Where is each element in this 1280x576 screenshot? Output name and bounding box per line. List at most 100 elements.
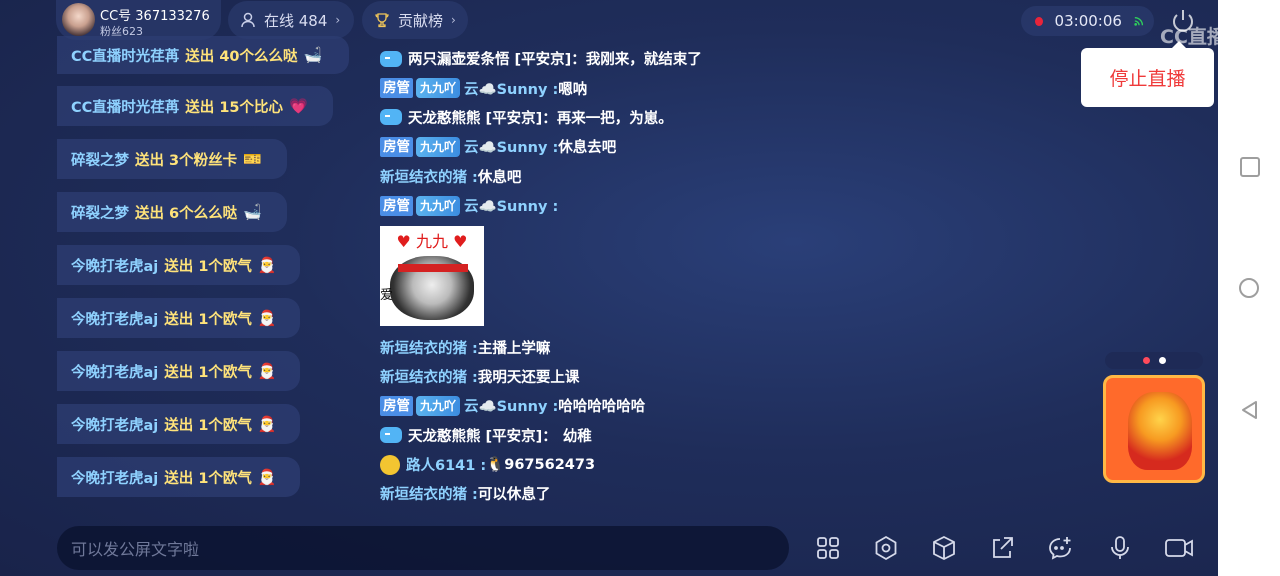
contribution-ranking-button[interactable]: 贡献榜 › [362,1,468,39]
chat-text: 主播上学嘛 [477,340,551,357]
gift-message: 碎裂之梦 送出 3个粉丝卡 🎫 [57,139,287,179]
chat-user: 两只漏壶爱条悟 [平安京]： [408,52,586,69]
chat-text: 可以休息了 [477,487,551,504]
chat-user: 天龙憨熊熊 [平安京]： [408,110,557,127]
admin-badge: 房管 [380,78,413,99]
carousel-indicator[interactable] [1105,352,1203,369]
chat-message: 房管 九九吖 云☁️Sunny : [380,191,1070,220]
chat-user: 云☁️Sunny : [464,81,559,98]
stop-live-button[interactable]: 停止直播 [1081,41,1214,107]
gift-icon: 🛁 [243,203,262,221]
chat-user: 新垣结衣的猪 : [380,340,478,357]
sticker-caption: ♥ 九九 ♥ [396,232,468,252]
chat-message: 房管 九九吖 云☁️Sunny : 休息去吧 [380,132,1070,161]
gift-message: 今晚打老虎aj 送出 1个欧气 🎅 [57,245,300,285]
gift-icon: 💗 [289,97,308,115]
gift-icon: 🎅 [257,468,277,486]
user-icon [241,12,255,28]
gamepad-icon [380,427,402,444]
online-count: 在线 484 [264,11,328,30]
admin-badge: 房管 [380,136,413,157]
signal-icon [1134,16,1143,26]
chat-user: 路人6141 : [406,458,487,475]
chat-message: 天龙憨熊熊 [平安京]： 再来一把，为崽。 [380,103,1070,132]
chevron-right-icon: › [451,13,456,27]
back-icon[interactable] [1240,400,1260,420]
gift-icon: 🎅 [257,415,277,433]
promo-banner[interactable] [1103,375,1205,483]
share-icon[interactable] [989,535,1015,561]
chat-text: 我明天还要上课 [477,369,580,386]
sticker-caption-text: 九九 [415,232,448,252]
cc-live-logo: CC直播 [1160,26,1226,48]
streamer-profile[interactable]: CC号 367133276 粉丝623 [56,0,221,40]
fan-badge: 九九吖 [416,136,461,157]
chat-message: 新垣结衣的猪 : 可以休息了 [380,479,1070,508]
gift-action: 送出 1个欧气 [164,258,252,275]
chat-message: 新垣结衣的猪 : 我明天还要上课 [380,362,1070,391]
gift-icon: 🎫 [243,150,262,168]
online-count-button[interactable]: 在线 484 › [228,1,354,39]
gift-sender: 今晚打老虎aj [71,258,159,275]
gift-icon: 🎅 [257,309,277,327]
carousel-dot[interactable] [1159,357,1166,364]
gift-sender: 今晚打老虎aj [71,311,159,328]
settings-icon[interactable] [873,535,899,561]
gift-message: 今晚打老虎aj 送出 1个欧气 🎅 [57,404,300,444]
chat-user: 新垣结衣的猪 : [380,169,478,186]
contribution-label: 贡献榜 [398,11,444,30]
camera-icon[interactable] [1164,535,1194,561]
live-timer: 03:00:06 [1021,6,1154,36]
mic-icon[interactable] [1107,535,1133,561]
gift-icon: 🛁 [303,46,323,64]
admin-badge: 房管 [380,195,413,216]
gift-action: 送出 15个比心 [185,99,284,116]
cube-icon[interactable] [931,535,957,561]
gift-message: CC直播时光荏苒 送出 40个么么哒 🛁 [57,36,349,74]
chat-text: 我刚来，就结束了 [585,52,702,69]
chat-message: 新垣结衣的猪 : 主播上学嘛 [380,332,1070,361]
fan-badge: 九九吖 [416,195,461,216]
chat-user: 云☁️Sunny : [464,140,559,157]
gift-sender: 今晚打老虎aj [71,364,159,381]
chat-message: 房管 九九吖 云☁️Sunny : 哈哈哈哈哈哈 [380,391,1070,420]
gift-message: 今晚打老虎aj 送出 1个欧气 🎅 [57,298,300,338]
gift-action: 送出 1个欧气 [164,311,252,328]
chat-text: 哈哈哈哈哈哈 [558,399,646,416]
gift-action: 送出 1个欧气 [164,364,252,381]
chat-list[interactable]: 两只漏壶爱条悟 [平安京]： 我刚来，就结束了 房管 九九吖 云☁️Sunny … [380,44,1070,509]
chat-user: 新垣结衣的猪 : [380,487,478,504]
gift-message: CC直播时光荏苒 送出 15个比心 💗 [57,86,333,126]
gift-action: 送出 40个么么哒 [185,48,298,65]
chat-text: 再来一把，为崽。 [556,110,673,127]
chat-input[interactable]: 可以发公屏文字啦 [57,526,789,570]
chat-text: 🐧967562473 [486,457,596,474]
chat-message: 路人6141 : 🐧967562473 [380,450,1070,479]
gift-message: 今晚打老虎aj 送出 1个欧气 🎅 [57,457,300,497]
grid-icon[interactable] [815,535,841,561]
gift-action: 送出 1个欧气 [164,470,252,487]
chat-text: 休息去吧 [558,140,617,157]
chat-text: 幼稚 [562,428,592,445]
chat-user: 天龙憨熊熊 [平安京]： [408,428,557,445]
gift-action: 送出 3个粉丝卡 [135,152,238,169]
gift-action: 送出 1个欧气 [164,417,252,434]
headband-icon [398,264,468,273]
fan-badge: 九九吖 [416,78,461,99]
chat-user: 云☁️Sunny : [464,399,559,416]
home-icon[interactable] [1239,278,1259,298]
guest-face-icon [380,454,400,475]
timer-value: 03:00:06 [1054,12,1122,30]
chat-user: 云☁️Sunny : [464,199,559,216]
chat-user: 新垣结衣的猪 : [380,369,478,386]
chat-message: 新垣结衣的猪 : 休息吧 [380,162,1070,191]
gamepad-icon [380,50,402,67]
gift-icon: 🎅 [257,256,277,274]
carousel-dot-active[interactable] [1143,357,1150,364]
sticker-image[interactable]: ♥ 九九 ♥ 爱 [380,226,484,327]
emoji-add-icon[interactable] [1047,535,1073,561]
chat-message: 房管 九九吖 云☁️Sunny : 嗯呐 [380,73,1070,102]
gift-message: 今晚打老虎aj 送出 1个欧气 🎅 [57,351,300,391]
recent-apps-icon[interactable] [1240,157,1260,177]
gift-icon: 🎅 [257,362,277,380]
